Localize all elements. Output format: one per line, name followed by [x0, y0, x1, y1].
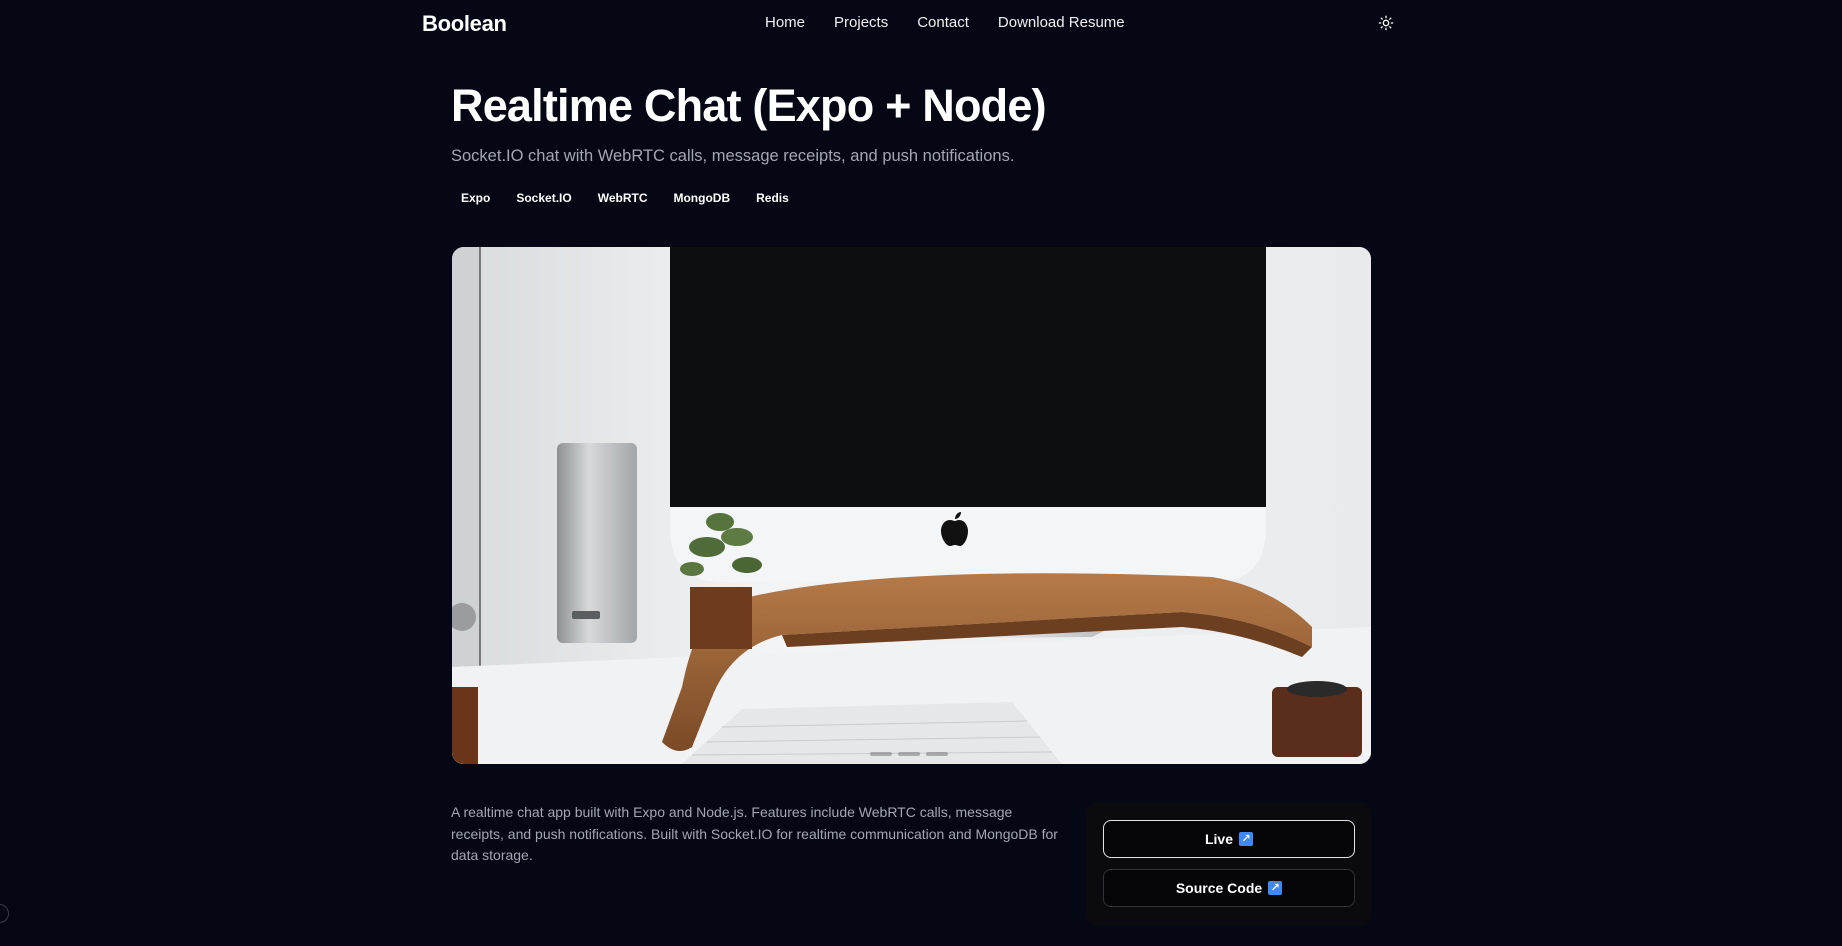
sun-icon [1378, 15, 1394, 31]
nav-links: Home Projects Contact Download Resume [765, 14, 1154, 31]
live-link-button[interactable]: Live ↗ [1103, 820, 1355, 858]
theme-toggle-button[interactable] [1375, 12, 1397, 34]
nav-link-projects[interactable]: Projects [834, 14, 888, 31]
tag-webrtc: WebRTC [587, 188, 658, 208]
project-links-card: Live ↗ Source Code ↗ [1086, 802, 1371, 926]
nav-link-contact[interactable]: Contact [917, 14, 969, 31]
tag-redis: Redis [746, 188, 799, 208]
nav-link-home[interactable]: Home [765, 14, 805, 31]
carousel-dot[interactable] [926, 752, 948, 756]
tag-mongodb: MongoDB [663, 188, 741, 208]
external-link-icon: ↗ [1268, 881, 1283, 895]
project-screenshot-image [452, 247, 1371, 764]
tag-expo: Expo [451, 188, 501, 208]
floating-circle-button[interactable] [0, 904, 9, 923]
project-title: Realtime Chat (Expo + Node) [451, 80, 1047, 131]
source-code-link-label: Source Code [1175, 880, 1263, 896]
live-link-label: Live [1204, 831, 1233, 847]
carousel-dot[interactable] [870, 752, 892, 756]
external-link-icon: ↗ [1239, 832, 1253, 846]
nav-link-download-resume[interactable]: Download Resume [998, 14, 1125, 31]
brand-logo[interactable]: Boolean [422, 11, 507, 37]
top-nav: Boolean Home Projects Contact Download R… [0, 0, 1842, 46]
source-code-link-button[interactable]: Source Code ↗ [1103, 869, 1355, 907]
project-image-carousel[interactable] [452, 247, 1371, 764]
carousel-dot[interactable] [898, 752, 920, 756]
carousel-indicators [870, 752, 948, 756]
project-description: A realtime chat app built with Expo and … [451, 804, 1058, 863]
tech-tags: Expo Socket.IO WebRTC MongoDB Redis [451, 188, 805, 208]
tag-socketio: Socket.IO [506, 188, 582, 208]
project-subtitle: Socket.IO chat with WebRTC calls, messag… [451, 147, 1015, 165]
